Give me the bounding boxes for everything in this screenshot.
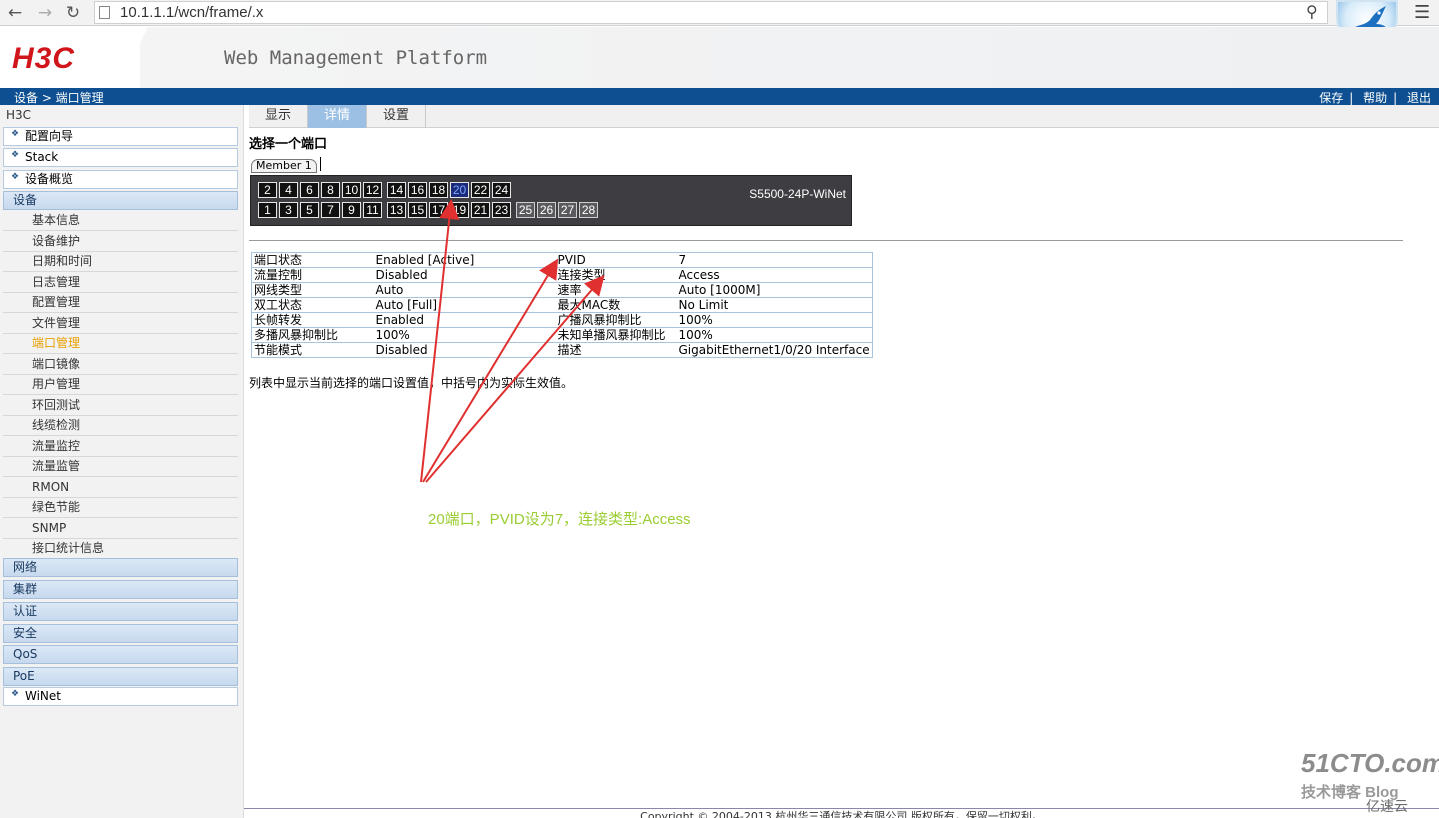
- annotation-text: 20端口，PVID设为7，连接类型:Access: [428, 511, 691, 528]
- watermark-site: 51CTO.com: [1301, 748, 1439, 778]
- arrow-to-pvid: [422, 258, 559, 483]
- watermark-brand: 亿速云: [1366, 798, 1408, 814]
- annotation-arrows: [420, 199, 605, 483]
- arrow-to-port: [420, 199, 460, 483]
- watermark: 51CTO.com 技术博客 Blog 亿速云: [1298, 748, 1439, 818]
- arrow-to-link-type: [425, 274, 605, 483]
- footer: Copyright © 2004-2013 杭州华三通信技术有限公司 版权所有，…: [244, 808, 1439, 818]
